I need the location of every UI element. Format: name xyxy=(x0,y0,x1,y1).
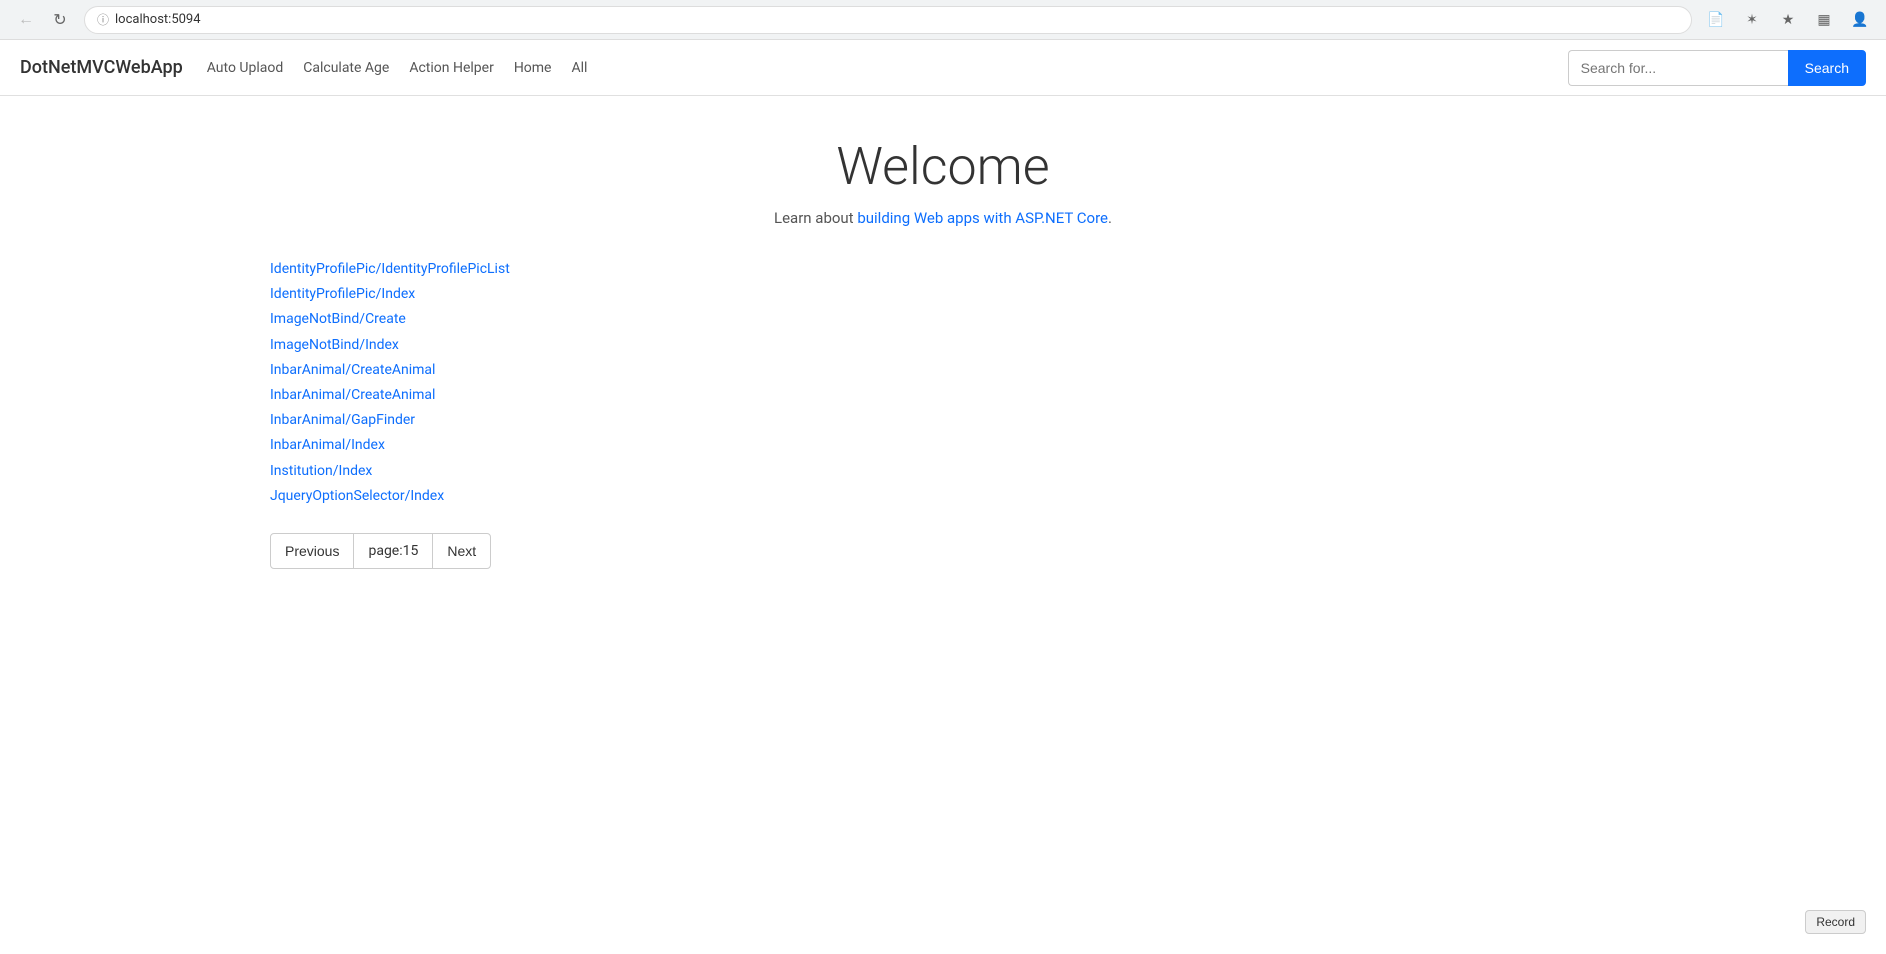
search-input[interactable] xyxy=(1568,50,1788,86)
list-item[interactable]: InbarAnimal/GapFinder xyxy=(270,408,1866,433)
list-item[interactable]: InbarAnimal/Index xyxy=(270,433,1866,458)
browser-chrome: ← ↻ ⓘ localhost:5094 📄 ✶ ★ ▦ 👤 xyxy=(0,0,1886,40)
subtext-link[interactable]: building Web apps with ASP.NET Core xyxy=(857,209,1108,227)
app-brand[interactable]: DotNetMVCWebApp xyxy=(20,57,183,78)
list-item[interactable]: InbarAnimal/CreateAnimal xyxy=(270,383,1866,408)
browser-nav-buttons: ← ↻ xyxy=(12,6,74,34)
previous-button[interactable]: Previous xyxy=(270,533,354,569)
nav-auto-upload[interactable]: Auto Uplaod xyxy=(207,60,284,76)
favorites-icon[interactable]: ★ xyxy=(1774,6,1802,34)
list-item[interactable]: JqueryOptionSelector/Index xyxy=(270,484,1866,509)
nav-home[interactable]: Home xyxy=(514,60,552,76)
list-item[interactable]: Institution/Index xyxy=(270,459,1866,484)
reload-button[interactable]: ↻ xyxy=(46,6,74,34)
search-container: Search xyxy=(1568,50,1866,86)
list-item[interactable]: InbarAnimal/CreateAnimal xyxy=(270,358,1866,383)
search-button[interactable]: Search xyxy=(1788,50,1866,86)
subtext-suffix: . xyxy=(1108,209,1112,227)
welcome-subtext: Learn about building Web apps with ASP.N… xyxy=(20,209,1866,227)
next-button[interactable]: Next xyxy=(432,533,491,569)
record-button[interactable]: Record xyxy=(1805,910,1866,934)
page-indicator: page:15 xyxy=(354,533,432,569)
profile-icon[interactable]: 👤 xyxy=(1846,6,1874,34)
extensions-icon[interactable]: ✶ xyxy=(1738,6,1766,34)
welcome-heading: Welcome xyxy=(20,136,1866,197)
address-bar[interactable]: ⓘ localhost:5094 xyxy=(84,6,1692,34)
page-number: 15 xyxy=(403,543,419,559)
address-url: localhost:5094 xyxy=(115,12,201,27)
browser-icons: 📄 ✶ ★ ▦ 👤 xyxy=(1702,6,1874,34)
main-content: Welcome Learn about building Web apps wi… xyxy=(0,96,1886,609)
app-navbar: DotNetMVCWebApp Auto Uplaod Calculate Ag… xyxy=(0,40,1886,96)
pagination: Previous page:15 Next xyxy=(270,533,1866,569)
translate-icon[interactable]: 📄 xyxy=(1702,6,1730,34)
address-icon: ⓘ xyxy=(97,11,109,28)
list-item[interactable]: IdentityProfilePic/IdentityProfilePicLis… xyxy=(270,257,1866,282)
nav-all[interactable]: All xyxy=(572,60,588,76)
list-item[interactable]: IdentityProfilePic/Index xyxy=(270,282,1866,307)
back-button[interactable]: ← xyxy=(12,6,40,34)
subtext-prefix: Learn about xyxy=(774,209,857,227)
nav-links: Auto Uplaod Calculate Age Action Helper … xyxy=(207,60,1544,76)
nav-calculate-age[interactable]: Calculate Age xyxy=(303,60,389,76)
nav-action-helper[interactable]: Action Helper xyxy=(409,60,493,76)
list-item[interactable]: ImageNotBind/Create xyxy=(270,307,1866,332)
split-screen-icon[interactable]: ▦ xyxy=(1810,6,1838,34)
links-list: IdentityProfilePic/IdentityProfilePicLis… xyxy=(270,257,1866,509)
list-item[interactable]: ImageNotBind/Index xyxy=(270,333,1866,358)
page-label: page: xyxy=(368,543,402,559)
